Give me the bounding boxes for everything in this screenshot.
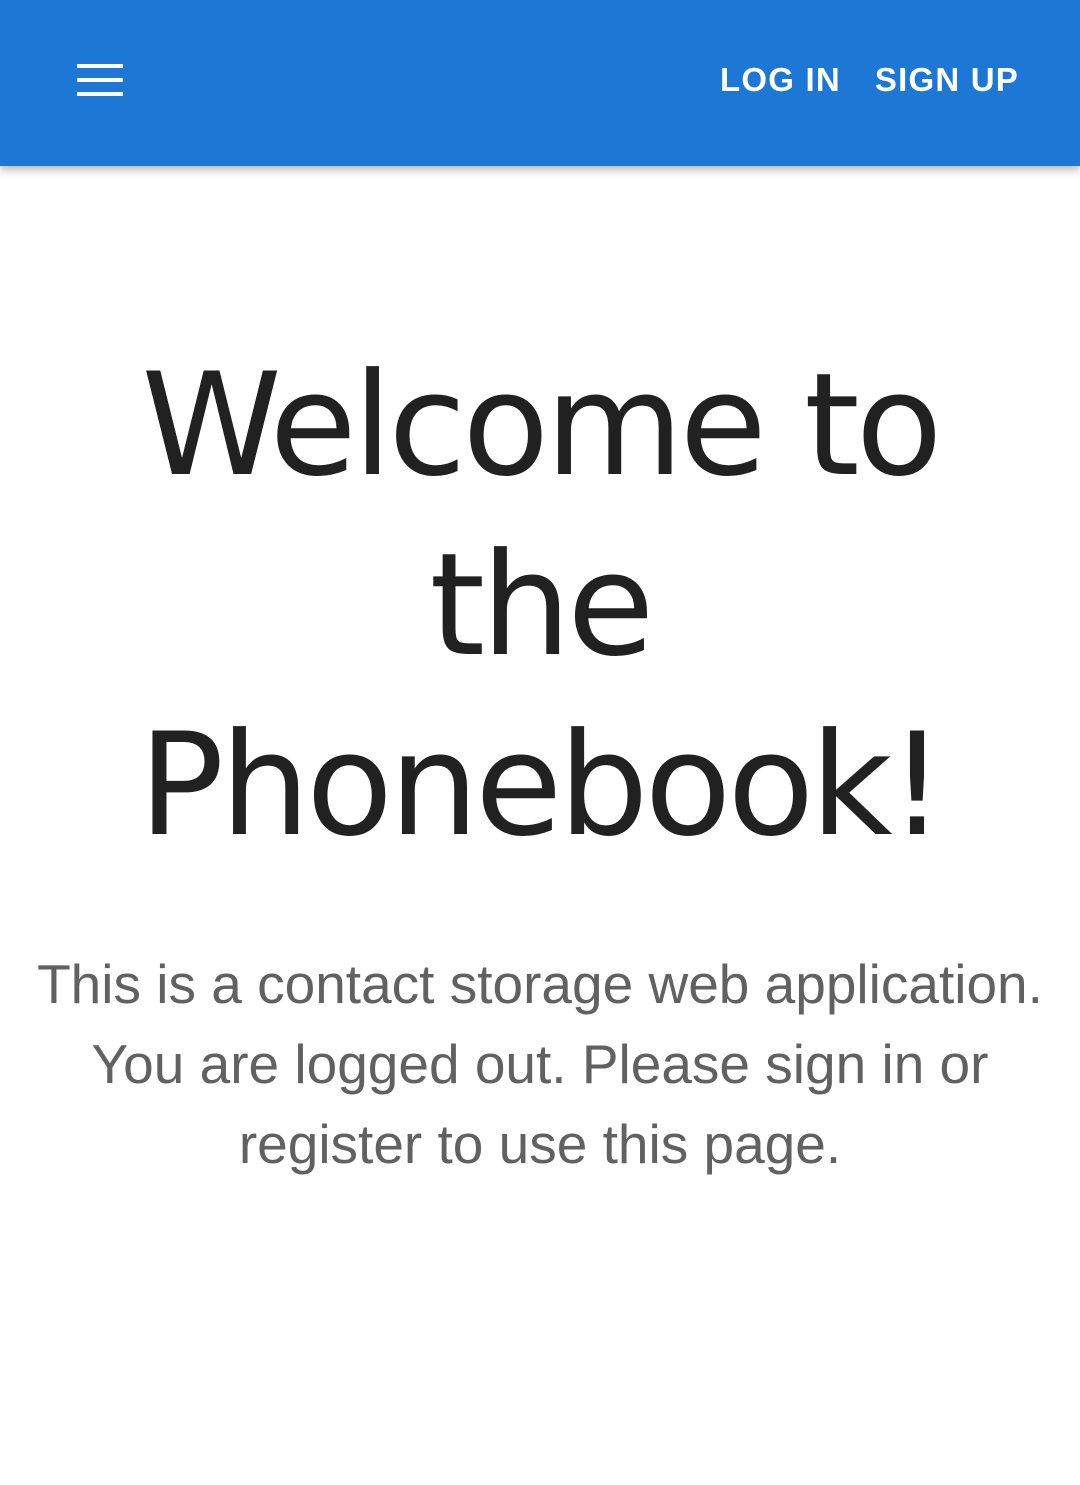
hamburger-menu-icon xyxy=(77,64,123,96)
app-bar: LOG IN SIGN UP xyxy=(0,0,1080,166)
signup-button[interactable]: SIGN UP xyxy=(858,52,1036,108)
page-description: This is a contact storage web applicatio… xyxy=(37,953,1043,1175)
menu-button[interactable] xyxy=(60,44,140,116)
page-title: Welcome to the Phonebook! xyxy=(138,343,946,868)
login-button[interactable]: LOG IN xyxy=(703,52,858,108)
header-actions: LOG IN SIGN UP xyxy=(703,52,1036,108)
main-content: Welcome to the Phonebook! This is a cont… xyxy=(0,166,1080,1184)
